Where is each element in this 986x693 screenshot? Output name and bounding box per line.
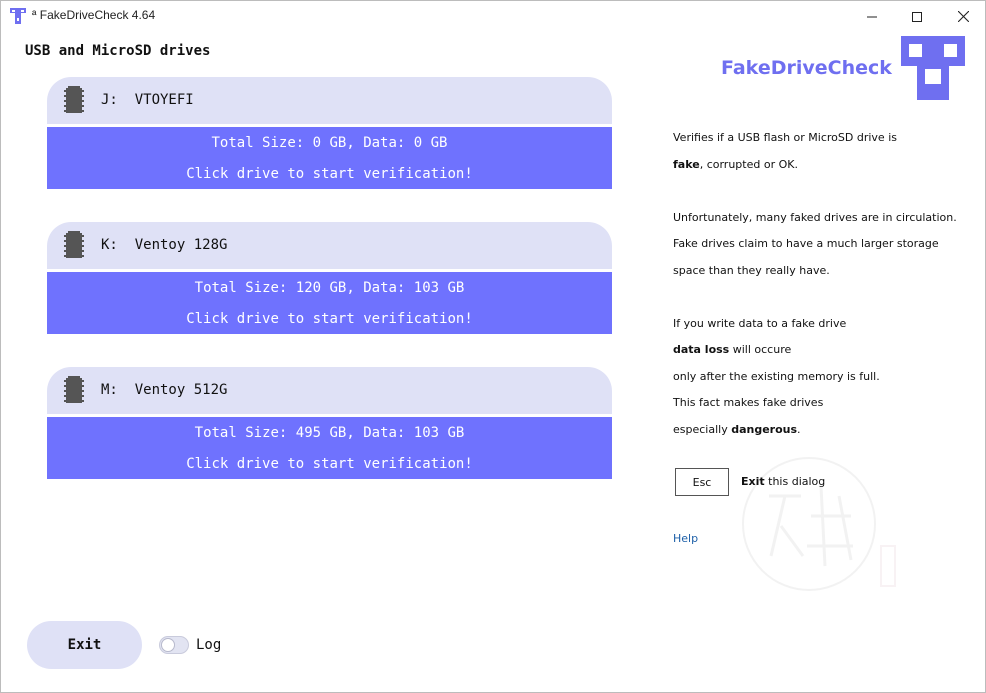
exit-button[interactable]: Exit	[27, 621, 142, 669]
desc-text: will occure	[729, 343, 792, 356]
desc-bold: data loss	[673, 343, 730, 356]
help-link[interactable]: Help	[673, 532, 698, 545]
drive-hint: Click drive to start verification!	[186, 456, 473, 472]
desc-bold: dangerous	[731, 422, 798, 436]
drive-size-info: Total Size: 0 GB, Data: 0 GB	[211, 135, 448, 151]
toggle-knob	[161, 638, 175, 652]
drive-card-k[interactable]: K: Ventoy 128G Total Size: 120 GB, Data:…	[47, 222, 612, 334]
desc-line: Verifies if a USB flash or MicroSD drive…	[673, 131, 897, 144]
memory-chip-icon	[64, 231, 84, 258]
drive-label: M: Ventoy 512G	[101, 382, 227, 398]
desc-line: This fact makes fake drives	[673, 396, 824, 409]
window-title: ª FakeDriveCheck 4.64	[32, 8, 156, 22]
drive-name: Ventoy 512G	[134, 382, 228, 398]
drive-info-panel[interactable]: Total Size: 120 GB, Data: 103 GB Click d…	[47, 272, 612, 334]
minimize-button[interactable]	[849, 1, 895, 32]
maximize-icon	[912, 11, 922, 22]
drive-hint: Click drive to start verification!	[186, 166, 473, 182]
drive-label: K: Ventoy 128G	[101, 237, 227, 253]
esc-button[interactable]: Esc	[675, 468, 729, 496]
desc-line: data loss will occure	[673, 337, 983, 364]
drive-letter: K:	[101, 237, 118, 253]
drive-info-panel[interactable]: Total Size: 0 GB, Data: 0 GB Click drive…	[47, 127, 612, 189]
drive-card-j[interactable]: J: VTOYEFI Total Size: 0 GB, Data: 0 GB …	[47, 77, 612, 189]
log-toggle[interactable]	[159, 636, 189, 654]
description: Verifies if a USB flash or MicroSD drive…	[673, 125, 983, 443]
drive-card-m[interactable]: M: Ventoy 512G Total Size: 495 GB, Data:…	[47, 367, 612, 479]
desc-line: If you write data to a fake drive	[673, 316, 847, 330]
drive-size-info: Total Size: 495 GB, Data: 103 GB	[194, 425, 465, 441]
desc-text: .	[797, 422, 801, 436]
esc-label-text: this dialog	[764, 475, 826, 488]
maximize-button[interactable]	[894, 1, 940, 32]
drive-size-info: Total Size: 120 GB, Data: 103 GB	[194, 280, 465, 296]
close-button[interactable]	[940, 1, 985, 32]
esc-label-bold: Exit	[741, 475, 765, 488]
log-label: Log	[196, 637, 222, 653]
desc-line: Unfortunately, many faked drives are in …	[673, 210, 957, 224]
drive-name: VTOYEFI	[134, 92, 194, 108]
drive-info-panel[interactable]: Total Size: 495 GB, Data: 103 GB Click d…	[47, 417, 612, 479]
memory-chip-icon	[64, 86, 84, 113]
desc-line: only after the existing memory is full.	[673, 369, 880, 383]
esc-label: Exit this dialog	[741, 475, 825, 488]
desc-text: , corrupted or OK.	[699, 157, 798, 171]
drive-hint: Click drive to start verification!	[186, 311, 473, 327]
brand-name: FakeDriveCheck	[721, 57, 892, 79]
drive-header[interactable]: M: Ventoy 512G	[47, 367, 612, 414]
desc-line: especially dangerous.	[673, 417, 983, 444]
minimize-icon	[867, 16, 877, 17]
app-logo-icon	[10, 8, 26, 24]
app-window: ª FakeDriveCheck 4.64 USB and MicroSD dr…	[0, 0, 986, 693]
desc-line: Fake drives claim to have a much larger …	[673, 237, 939, 250]
desc-bold: fake	[673, 157, 700, 171]
title-bar: ª FakeDriveCheck 4.64	[1, 1, 985, 32]
drive-header[interactable]: J: VTOYEFI	[47, 77, 612, 124]
drives-heading: USB and MicroSD drives	[25, 43, 211, 59]
drive-letter: M:	[101, 382, 118, 398]
drive-name: Ventoy 128G	[134, 237, 228, 253]
brand-logo-icon	[901, 36, 965, 100]
drive-letter: J:	[101, 92, 118, 108]
desc-line: fake, corrupted or OK.	[673, 152, 983, 179]
memory-chip-icon	[64, 376, 84, 403]
desc-line: space than they really have.	[673, 263, 830, 277]
drive-header[interactable]: K: Ventoy 128G	[47, 222, 612, 269]
close-icon	[957, 11, 969, 22]
drive-label: J: VTOYEFI	[101, 92, 194, 108]
desc-text: especially	[673, 422, 732, 436]
